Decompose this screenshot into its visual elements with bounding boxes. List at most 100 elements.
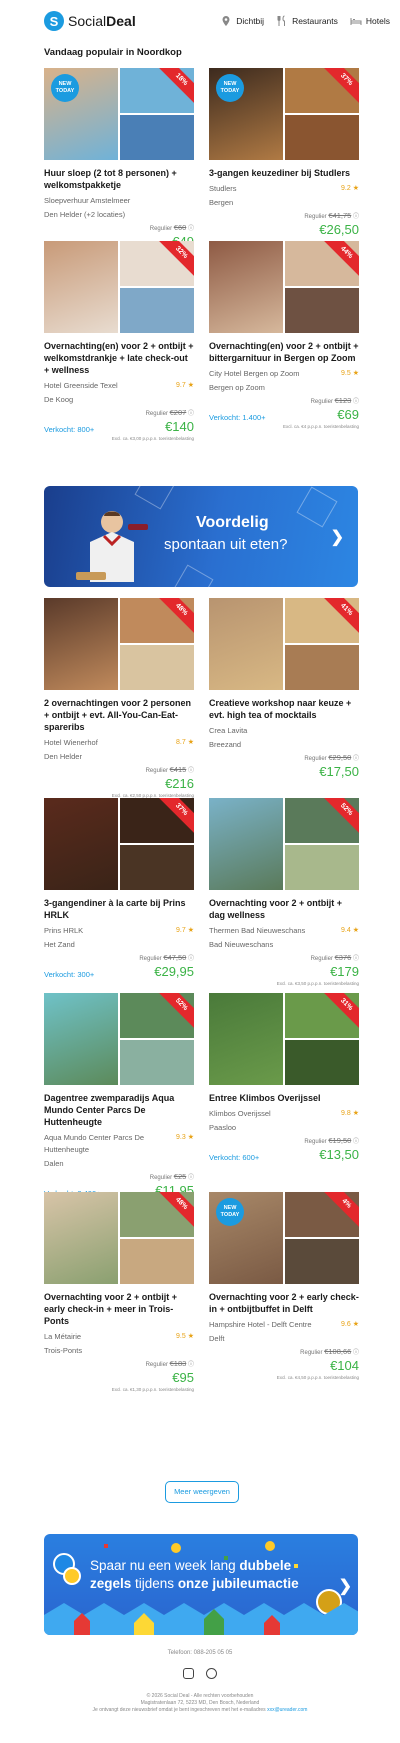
regular-price: Regulier €25 ⓘ — [149, 1172, 194, 1181]
price-right: Regulier €207 ⓘ €140 — [146, 408, 194, 434]
deal-merchant: Crea Lavita — [209, 726, 248, 735]
deal-photo — [285, 845, 359, 890]
waiter-illustration — [76, 511, 148, 582]
deal-merchant: Aqua Mundo Center Parcs De Huttenheugte — [44, 1133, 145, 1154]
footer: Telefoon: 088-205 05 05 © 2026 Social De… — [0, 1650, 400, 1714]
deal-image-collage: 4% NEW TODAY — [209, 1192, 359, 1284]
deal-sold-count: Verkocht: 300+ — [44, 970, 95, 979]
deal-image-collage: 41% — [209, 598, 359, 690]
logo-text: SocialDeal — [68, 13, 136, 29]
deal-merchant: Hotel Greenside Texel — [44, 381, 118, 390]
deal-price: €140 — [165, 419, 194, 434]
deal-merchant: Hotel Wienerhof — [44, 738, 98, 747]
deal-price-block: Regulier €183 ⓘ €95 — [44, 1359, 194, 1385]
subscription-text: Je ontvangt deze nieuwsbrief omdat je be… — [92, 1707, 308, 1713]
deal-title: Overnachting voor 2 + early check-in + o… — [209, 1292, 359, 1314]
deal-location: Bergen op Zoom — [209, 383, 265, 392]
price-right: Regulier €47,50 ⓘ €29,95 — [139, 953, 194, 979]
deal-card[interactable]: 44% Overnachting(en) voor 2 + ontbijt + b… — [209, 241, 359, 441]
deal-merchant-row: Studlers 9.2 ★ — [209, 183, 359, 195]
deal-location: Het Zand — [44, 940, 75, 949]
show-more-button[interactable]: Meer weergeven — [165, 1481, 239, 1503]
deal-card[interactable]: 37% 3-gangendiner à la carte bij Prins HR… — [44, 798, 194, 986]
deal-merchant-row: Hampshire Hotel - Delft Centre 9.6 ★ — [209, 1319, 359, 1331]
regular-price: Regulier €415 ⓘ — [145, 765, 194, 774]
tax-note: Excl. ca. €4,50 p.p.p.n. toeristenbelast… — [276, 1375, 359, 1380]
deal-photo — [285, 288, 359, 333]
deal-merchant: Sloepverhuur Amstelmeer — [44, 196, 131, 205]
nav-item-restaurants[interactable]: Restaurants — [276, 15, 338, 27]
deal-location: Dalen — [44, 1159, 64, 1168]
tax-note: Excl. ca. €1,30 p.p.p.n. toeristenbelast… — [111, 1387, 194, 1392]
deal-title: Overnachting(en) voor 2 + ontbijt + welk… — [44, 341, 194, 375]
deal-card[interactable]: 41% Creatieve workshop naar keuze + evt. … — [209, 598, 359, 798]
deal-card[interactable]: 32% Overnachting(en) voor 2 + ontbijt + w… — [44, 241, 194, 441]
price-right: Regulier €123 ⓘ €69 — [311, 396, 359, 422]
tax-note: Excl. ca. €4 p.p.p.n. toeristenbelasting — [282, 424, 359, 429]
deal-price-block: Regulier €108,66 ⓘ €104 — [209, 1347, 359, 1373]
banner-headline: Voordelig — [196, 514, 269, 531]
nav-item-hotels[interactable]: Hotels — [350, 15, 390, 27]
promo-banner-jubilee[interactable]: Spaar nu een week lang dubbele zegels ti… — [44, 1534, 358, 1635]
regular-price: Regulier €60 ⓘ — [149, 223, 194, 232]
regular-price: Regulier €123 ⓘ — [310, 396, 359, 405]
deal-card[interactable]: 4% NEW TODAY Overnachting voor 2 + early c… — [209, 1192, 359, 1392]
deal-photo — [44, 993, 118, 1085]
deal-card[interactable]: 48% 2 overnachtingen voor 2 personen + on… — [44, 598, 194, 798]
regular-price: Regulier €183 ⓘ — [145, 1359, 194, 1368]
deal-location: Delft — [209, 1334, 225, 1343]
deal-card[interactable]: 52% Dagentree zwemparadijs Aqua Mundo Cen… — [44, 993, 194, 1198]
deal-location: Bergen — [209, 198, 234, 207]
deal-card[interactable]: 52% Overnachting voor 2 + ontbijt + dag w… — [209, 798, 359, 986]
deal-image-collage: 48% — [44, 1192, 194, 1284]
deal-title: Huur sloep (2 tot 8 personen) + welkomst… — [44, 168, 177, 190]
info-icon: ⓘ — [352, 399, 359, 405]
deal-card[interactable]: 18% NEW TODAY Huur sloep (2 tot 8 personen… — [44, 68, 194, 249]
deal-row: 48% 2 overnachtingen voor 2 personen + on… — [44, 598, 359, 798]
new-today-badge: NEW TODAY — [216, 74, 244, 102]
deal-merchant-row: Thermen Bad Nieuweschans 9.4 ★ — [209, 925, 359, 937]
deal-rating: 9.7 ★ — [176, 382, 194, 389]
regular-price: Regulier €41,75 ⓘ — [304, 211, 359, 220]
deal-price-block: Verkocht: 1.400+ Regulier €123 ⓘ €69 — [209, 396, 359, 422]
nav-item-dichtbij[interactable]: Dichtbij — [220, 15, 264, 27]
instagram-icon[interactable] — [183, 1668, 194, 1679]
deal-title: 3-gangen keuzediner bij Studlers — [209, 168, 351, 178]
star-icon: ★ — [350, 185, 359, 192]
deal-location-row: Bergen — [209, 197, 359, 209]
deal-card[interactable]: 31% Entree Klimbos Overijssel Klimbos Over… — [209, 993, 359, 1198]
email-link[interactable]: xxx@ureader.com — [267, 1707, 307, 1713]
deal-title: Overnachting(en) voor 2 + ontbijt + bitt… — [209, 341, 359, 363]
logo-mark-icon: S — [44, 11, 64, 31]
whatsapp-icon[interactable] — [206, 1668, 217, 1679]
price-right: Regulier €41,75 ⓘ €26,50 — [304, 211, 359, 237]
info-icon: ⓘ — [187, 411, 194, 417]
deal-price: €17,50 — [319, 764, 359, 779]
nav-label: Dichtbij — [236, 16, 265, 26]
regular-price: Regulier €376 ⓘ — [310, 953, 359, 962]
info-icon: ⓘ — [187, 768, 194, 774]
deal-title: Overnachting voor 2 + ontbijt + early ch… — [44, 1292, 178, 1326]
star-icon: ★ — [350, 927, 359, 934]
deal-price: €26,50 — [319, 222, 359, 237]
deal-price: €29,95 — [154, 964, 194, 979]
deal-image-collage: 44% — [209, 241, 359, 333]
deal-photo — [285, 115, 359, 160]
deal-card[interactable]: 48% Overnachting voor 2 + ontbijt + early… — [44, 1192, 194, 1392]
deal-merchant-row: Hotel Wienerhof 8.7 ★ — [44, 737, 194, 749]
banner-subline: spontaan uit eten? — [164, 536, 288, 553]
deal-rating: 9.4 ★ — [341, 927, 359, 934]
deal-photo — [120, 288, 194, 333]
deal-sold-count: Verkocht: 600+ — [209, 1153, 260, 1162]
deal-location: Den Helder — [44, 752, 82, 761]
hexagon-decoration — [172, 564, 214, 587]
social-deal-logo[interactable]: S SocialDeal — [44, 11, 136, 31]
promo-banner-eat-out[interactable]: Voordelig spontaan uit eten? ❯ — [44, 486, 358, 587]
deal-merchant-row: Sloepverhuur Amstelmeer — [44, 195, 194, 207]
star-icon: ★ — [185, 1134, 194, 1141]
star-icon: ★ — [350, 1321, 359, 1328]
deal-location: Den Helder (+2 locaties) — [44, 210, 126, 219]
deal-card[interactable]: 37% NEW TODAY 3-gangen keuzediner bij Stud… — [209, 68, 359, 249]
deal-location-row: Den Helder (+2 locaties) — [44, 209, 194, 221]
star-icon: ★ — [185, 739, 194, 746]
